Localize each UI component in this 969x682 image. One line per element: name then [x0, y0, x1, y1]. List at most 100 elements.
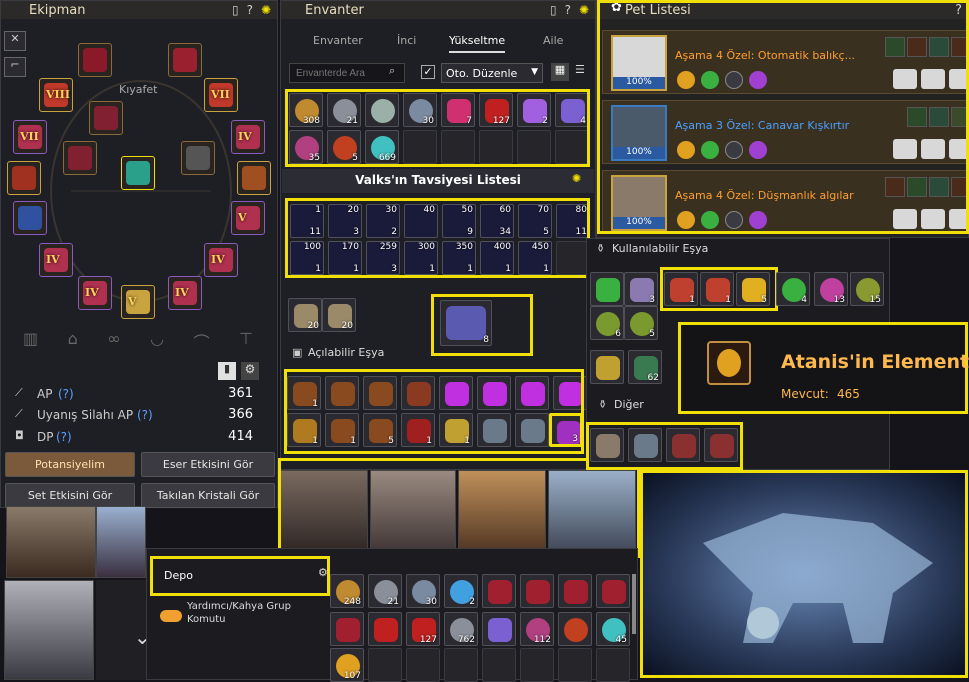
search-icon[interactable]: ⌕ — [389, 64, 395, 78]
auto-sort-select[interactable]: Oto. Düzenle ▼ — [441, 63, 543, 83]
equip-slot-artifact-left[interactable]: IV — [39, 243, 73, 277]
tab-inci[interactable]: İnci — [397, 34, 416, 47]
openable-slot[interactable]: 1 — [287, 376, 321, 410]
help-icon[interactable]: ? — [565, 3, 571, 17]
pet-skill-icon[interactable] — [701, 211, 719, 229]
lantern-icon[interactable]: ⌂ — [68, 329, 78, 359]
pet-skill-icon[interactable] — [725, 211, 743, 229]
pet-skill-icon[interactable] — [725, 71, 743, 89]
pet-skill-icon[interactable] — [701, 71, 719, 89]
grid-view-icon[interactable]: ▦ — [551, 63, 569, 81]
search-input[interactable] — [289, 63, 405, 83]
openable-slot[interactable] — [439, 376, 473, 410]
openable-slot[interactable]: 5 — [363, 413, 397, 447]
depo-slot-empty[interactable] — [482, 648, 516, 682]
equip-slot-costume-head[interactable] — [168, 43, 202, 77]
valks-slot[interactable]: 30 2 — [366, 204, 400, 238]
depo-slot-empty[interactable] — [406, 648, 440, 682]
pet-skill-icon[interactable] — [725, 141, 743, 159]
pet-menu-button[interactable] — [949, 139, 969, 159]
openable-slot[interactable] — [515, 413, 549, 447]
equip-slot-armor[interactable] — [89, 101, 123, 135]
equip-slot-necklace[interactable]: VIII — [39, 78, 73, 112]
usable-slot[interactable]: 62 — [628, 350, 662, 384]
pet-skill-icon[interactable] — [677, 71, 695, 89]
depo-slot[interactable]: 762 — [444, 612, 478, 646]
valks-slot[interactable]: 170 1 — [328, 241, 362, 275]
other-slot[interactable] — [704, 428, 738, 462]
character-portrait-6[interactable] — [458, 470, 546, 558]
equip-slot-gloves[interactable] — [63, 141, 97, 175]
depo-slot[interactable]: 2 — [444, 574, 478, 608]
equip-slot-awakening[interactable]: V — [231, 201, 265, 235]
pet-feed-button[interactable] — [893, 69, 917, 89]
help-icon[interactable]: ? — [247, 3, 253, 17]
usable-slot[interactable] — [590, 350, 624, 384]
awakening-ap-help[interactable]: (?) — [137, 408, 153, 422]
valks-slot[interactable]: 50 9 — [442, 204, 476, 238]
valks-slot[interactable]: 40 — [404, 204, 438, 238]
equip-slot-left-ring[interactable]: VII — [13, 120, 47, 154]
openable-slot[interactable]: 1 — [287, 413, 321, 447]
openable-slot[interactable] — [477, 413, 511, 447]
pet-equip-icon[interactable] — [951, 37, 969, 57]
tab-yukseltme[interactable]: Yükseltme — [449, 34, 506, 53]
inventory-slot[interactable]: 669 — [365, 130, 399, 164]
openable-slot[interactable] — [363, 376, 397, 410]
pet-skill-icon[interactable] — [677, 141, 695, 159]
valks-slot[interactable]: 400 1 — [480, 241, 514, 275]
openable-slot[interactable] — [325, 376, 359, 410]
usable-slot[interactable]: 13 — [814, 272, 848, 306]
inventory-slot[interactable]: 4 — [555, 93, 589, 127]
pet-paw-button[interactable] — [921, 139, 945, 159]
equip-slot-crystal[interactable] — [121, 156, 155, 190]
pet-paw-button[interactable] — [921, 209, 945, 229]
pet-feed-button[interactable] — [893, 139, 917, 159]
depo-settings-icon[interactable]: ⚙ — [318, 566, 328, 579]
valks-slot[interactable]: 350 1 — [442, 241, 476, 275]
settings-icon[interactable]: ✺ — [261, 3, 271, 17]
depo-slot[interactable] — [558, 612, 592, 646]
inventory-slot[interactable]: 2 — [517, 93, 551, 127]
valks-slot-empty[interactable] — [556, 241, 590, 275]
pet-row-2[interactable]: 100% Aşama 3 Özel: Canavar Kışkırtır — [602, 100, 969, 164]
usable-slot[interactable]: 4 — [776, 272, 810, 306]
openable-slot[interactable]: 1 — [325, 413, 359, 447]
equip-slot-shield[interactable] — [237, 161, 271, 195]
equip-slot-alchemy-stone[interactable]: IV — [78, 276, 112, 310]
usable-slot[interactable]: 1 — [664, 272, 698, 306]
inventory-slot[interactable]: 308 — [289, 93, 323, 127]
depo-slot[interactable] — [558, 574, 592, 608]
set-etkisi-button[interactable]: Set Etkisini Gör — [5, 483, 135, 508]
equip-slot-helmet[interactable] — [78, 43, 112, 77]
inventory-slot-empty[interactable] — [479, 130, 513, 164]
valks-slot[interactable]: 100 1 — [290, 241, 324, 275]
depo-slot[interactable]: 107 — [330, 648, 364, 682]
settings-icon[interactable]: ✺ — [579, 3, 589, 17]
help-icon[interactable]: ? — [955, 3, 962, 18]
pet-equip-icon[interactable] — [907, 37, 927, 57]
inventory-slot-empty[interactable] — [403, 130, 437, 164]
openable-slot[interactable] — [515, 376, 549, 410]
character-portrait-2[interactable] — [96, 506, 146, 578]
inventory-slot-empty[interactable] — [517, 130, 551, 164]
depo-slot-empty[interactable] — [596, 648, 630, 682]
dp-help[interactable]: (?) — [56, 430, 72, 444]
shield-toggle-icon[interactable]: ▮ — [218, 362, 236, 380]
depo-slot[interactable] — [596, 574, 630, 608]
pet-menu-button[interactable] — [949, 209, 969, 229]
depo-slot-empty[interactable] — [444, 648, 478, 682]
openable-slot[interactable]: 1 — [401, 413, 435, 447]
inventory-slot[interactable]: 30 — [403, 93, 437, 127]
inventory-slot[interactable]: 7 — [441, 93, 475, 127]
depo-slot[interactable] — [520, 574, 554, 608]
book-icon[interactable]: ▥ — [23, 329, 38, 359]
usable-slot[interactable]: 15 — [850, 272, 884, 306]
openable-slot[interactable]: 3 — [549, 413, 583, 447]
pet-equip-icon[interactable] — [951, 107, 969, 127]
pet-equip-icon[interactable] — [929, 177, 949, 197]
valks-slot[interactable]: 60 34 — [480, 204, 514, 238]
valks-slot[interactable]: 300 1 — [404, 241, 438, 275]
list-view-icon[interactable]: ☰ — [575, 63, 585, 76]
potansiyelim-button[interactable]: Potansiyelim — [5, 452, 135, 477]
